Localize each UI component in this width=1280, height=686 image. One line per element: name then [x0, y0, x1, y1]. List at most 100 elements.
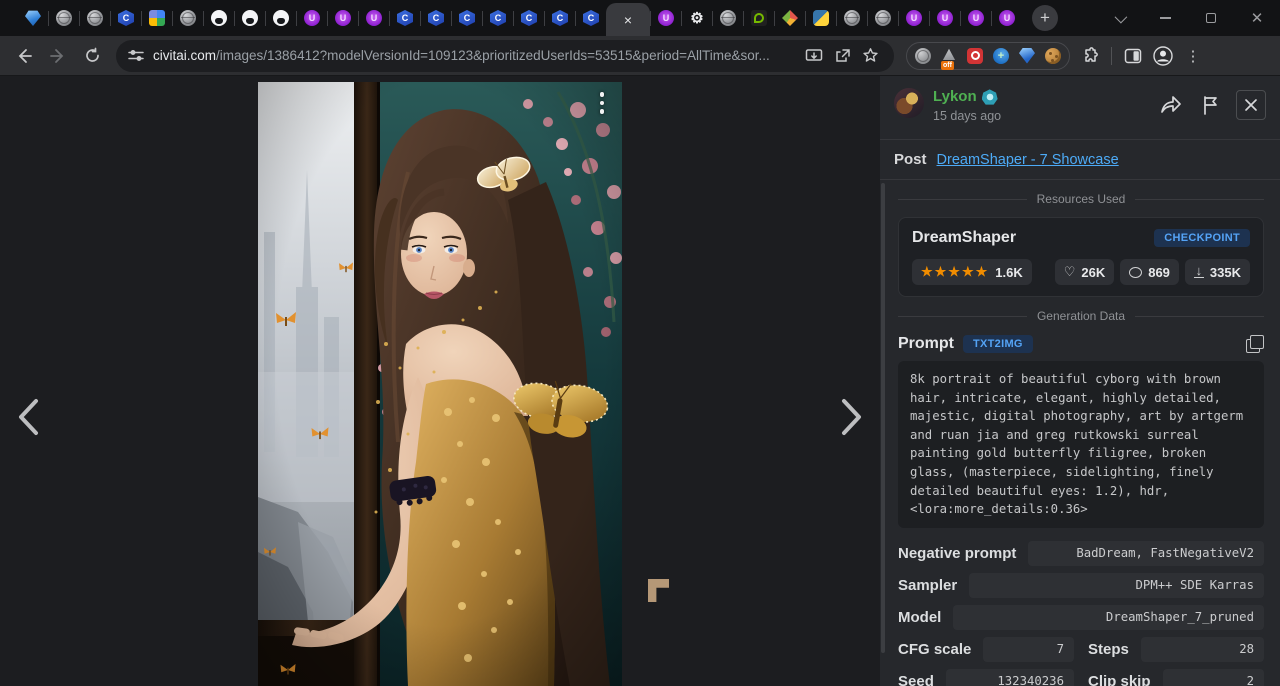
pinned-tab-uptodown[interactable]: U	[992, 0, 1022, 36]
puzzle-icon[interactable]	[1076, 42, 1104, 70]
pinned-tab-uptodown[interactable]: U	[930, 0, 960, 36]
address-bar[interactable]: civitai.com/images/1386412?modelVersionI…	[116, 40, 894, 72]
field-label: CFG scale	[898, 641, 971, 658]
pinned-tab-gear[interactable]: ⚙	[682, 0, 712, 36]
extension-gem-icon[interactable]	[1016, 44, 1038, 68]
rating-pill[interactable]: ★★★★★ 1.6K	[912, 259, 1032, 285]
pinned-tab-civitai[interactable]: C	[111, 0, 141, 36]
pinned-tab-civitai[interactable]: C	[452, 0, 482, 36]
pinned-tab-nvidia[interactable]	[744, 0, 774, 36]
pinned-tab-globe[interactable]	[713, 0, 743, 36]
forward-icon[interactable]	[42, 40, 74, 72]
field-sampler: SamplerDPM++ SDE Karras	[898, 573, 1264, 598]
site-info-icon[interactable]	[128, 49, 144, 63]
tab-close-icon[interactable]: ×	[624, 13, 632, 27]
chevron-down-icon[interactable]	[1096, 0, 1142, 36]
download-stat-pill[interactable]: 335K	[1185, 259, 1250, 285]
gear-icon: ⚙	[689, 10, 705, 26]
chevron-right-icon[interactable]	[832, 394, 872, 440]
side-panel-icon[interactable]	[1119, 42, 1147, 70]
close-icon[interactable]	[1236, 90, 1266, 120]
pinned-tab-github[interactable]	[266, 0, 296, 36]
pinned-tab-uptodown[interactable]: U	[899, 0, 929, 36]
globe-icon	[720, 10, 736, 26]
heart-stat-pill[interactable]: 26K	[1055, 259, 1115, 285]
pinned-tab-github[interactable]	[204, 0, 234, 36]
resource-card[interactable]: DreamShaper CHECKPOINT ★★★★★ 1.6K 26K869…	[898, 217, 1264, 297]
menu-kebab-icon[interactable]: ⋮	[1179, 42, 1207, 70]
pinned-tab-globe[interactable]	[837, 0, 867, 36]
globe-icon	[56, 10, 72, 26]
civitai-icon: C	[521, 10, 537, 26]
resource-name[interactable]: DreamShaper	[912, 229, 1016, 247]
pinned-tab-civitai[interactable]: C	[390, 0, 420, 36]
browser-toolbar: civitai.com/images/1386412?modelVersionI…	[0, 36, 1280, 76]
pinned-tab-civitai[interactable]: C	[483, 0, 513, 36]
active-tab[interactable]: ×	[606, 3, 650, 36]
pinned-tab-gitlogo[interactable]	[775, 0, 805, 36]
pinned-tab-civitai[interactable]: C	[545, 0, 575, 36]
share-icon[interactable]	[828, 42, 856, 70]
prompt-text[interactable]: 8k portrait of beautiful cyborg with bro…	[898, 361, 1264, 528]
pinned-tab-civitai[interactable]: C	[514, 0, 544, 36]
avatar[interactable]	[894, 88, 924, 118]
flag-icon[interactable]	[1196, 90, 1226, 120]
section-divider: Generation Data	[898, 309, 1264, 323]
prompt-label: Prompt	[898, 335, 954, 353]
pinned-tab-civitai[interactable]: C	[421, 0, 451, 36]
field-label: Seed	[898, 673, 934, 686]
uptodown-icon: U	[366, 10, 382, 26]
pinned-tab-uptodown[interactable]: U	[297, 0, 327, 36]
pinned-tab-python[interactable]	[806, 0, 836, 36]
close-icon[interactable]: ✕	[1234, 0, 1280, 36]
extension-globe-icon[interactable]	[912, 44, 934, 68]
chevron-left-icon[interactable]	[8, 394, 48, 440]
back-icon[interactable]	[8, 40, 40, 72]
field-label: Steps	[1088, 641, 1129, 658]
username-link[interactable]: Lykon	[933, 88, 977, 107]
copy-icon[interactable]	[1246, 335, 1264, 353]
uptodown-icon: U	[335, 10, 351, 26]
field-value: DreamShaper_7_pruned	[953, 605, 1264, 630]
maximize-icon[interactable]	[1188, 0, 1234, 36]
minimize-icon[interactable]	[1142, 0, 1188, 36]
comment-stat-pill[interactable]: 869	[1120, 259, 1179, 285]
pinned-tab-globe[interactable]	[80, 0, 110, 36]
scrollbar-thumb[interactable]	[881, 183, 885, 653]
field-pair-row: CFG scale7Steps28	[898, 637, 1264, 662]
pinned-tab-uptodown[interactable]: U	[359, 0, 389, 36]
pinned-tab-uptodown[interactable]: U	[651, 0, 681, 36]
nvidia-icon	[751, 10, 767, 26]
dots-vertical-icon[interactable]	[595, 86, 609, 120]
python-icon	[813, 10, 829, 26]
extension-mountain-icon[interactable]: off	[938, 44, 960, 68]
civitai-icon: C	[459, 10, 475, 26]
pinned-tab-globe[interactable]	[49, 0, 79, 36]
new-tab-button[interactable]: +	[1032, 5, 1058, 31]
field-value: 7	[983, 637, 1074, 662]
extension-blueglobe-icon[interactable]	[990, 44, 1012, 68]
comment-icon	[1129, 267, 1142, 278]
pinned-tab-globe[interactable]	[868, 0, 898, 36]
generated-image[interactable]	[258, 82, 622, 686]
reload-icon[interactable]	[76, 40, 108, 72]
post-link[interactable]: DreamShaper - 7 Showcase	[937, 152, 1119, 168]
pinned-tab-uptodown[interactable]: U	[328, 0, 358, 36]
field-label: Model	[898, 609, 941, 626]
pinned-tab-apps[interactable]	[142, 0, 172, 36]
install-icon[interactable]	[800, 42, 828, 70]
pinned-tab-civitai[interactable]: C	[576, 0, 606, 36]
tab-strip: CUUUCCCCCCC × U⚙UUUU + ✕	[0, 0, 1280, 36]
uptodown-icon: U	[304, 10, 320, 26]
pinned-tab-gem[interactable]	[18, 0, 48, 36]
bookmark-star-icon[interactable]	[856, 42, 884, 70]
extension-cookie-icon[interactable]	[1042, 44, 1064, 68]
share-icon[interactable]	[1156, 90, 1186, 120]
pinned-tab-uptodown[interactable]: U	[961, 0, 991, 36]
url-text[interactable]: civitai.com/images/1386412?modelVersionI…	[153, 48, 800, 63]
uptodown-icon: U	[999, 10, 1015, 26]
profile-avatar-icon[interactable]	[1149, 42, 1177, 70]
pinned-tab-github[interactable]	[235, 0, 265, 36]
pinned-tab-globe[interactable]	[173, 0, 203, 36]
extension-redo-icon[interactable]	[964, 44, 986, 68]
